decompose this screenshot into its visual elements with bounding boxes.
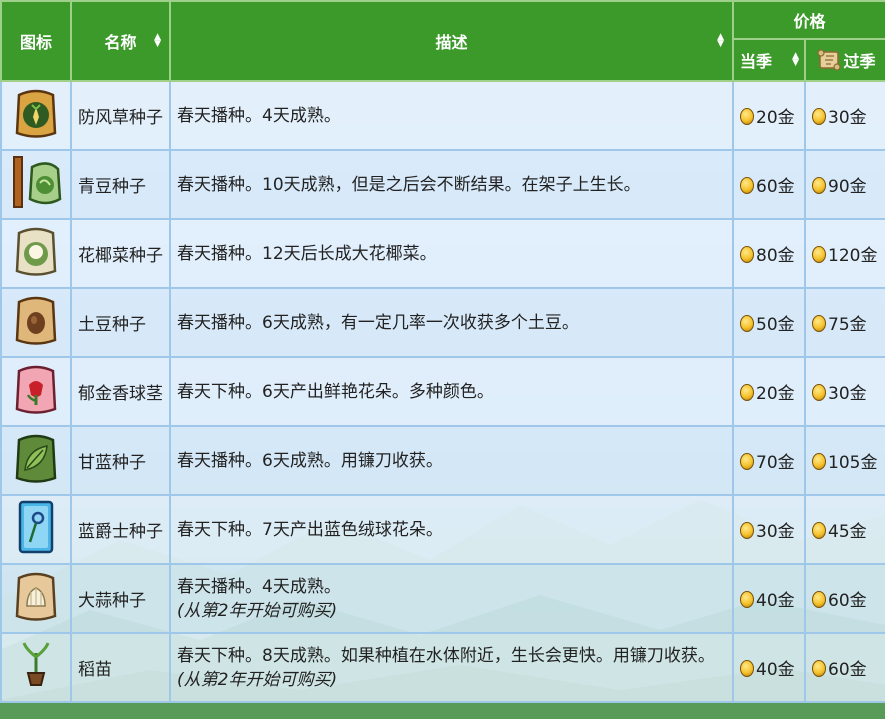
item-desc: 春天播种。4天成熟。 (从第2年开始可购买)	[169, 563, 734, 634]
price-off-season: 120金	[803, 218, 885, 289]
table-row: 甘蓝种子 春天播种。6天成熟。用镰刀收获。 70金 105金	[0, 425, 885, 496]
price-off-season: 60金	[803, 632, 885, 703]
price-in-season: 70金	[732, 425, 806, 496]
table-row: 防风草种子 春天播种。4天成熟。 20金 30金	[0, 80, 885, 151]
price-off-season: 75金	[803, 287, 885, 358]
table-row: 大蒜种子 春天播种。4天成熟。 (从第2年开始可购买) 40金 60金	[0, 563, 885, 634]
price-in-season: 60金	[732, 149, 806, 220]
gold-coin-icon	[812, 384, 826, 401]
item-desc: 春天播种。6天成熟。用镰刀收获。	[169, 425, 734, 496]
gold-coin-icon	[740, 591, 754, 608]
table-row: 郁金香球茎 春天下种。6天产出鲜艳花朵。多种颜色。 20金 30金	[0, 356, 885, 427]
table-row: 蓝爵士种子 春天下种。7天产出蓝色绒球花朵。 30金 45金	[0, 494, 885, 565]
gold-coin-icon	[740, 315, 754, 332]
gold-coin-icon	[812, 453, 826, 470]
header-icon: 图标	[0, 0, 72, 82]
price-off-season: 45金	[803, 494, 885, 565]
item-name-link[interactable]: 防风草种子	[70, 80, 171, 151]
price-in-season: 40金	[732, 632, 806, 703]
sort-arrows-icon[interactable]: ▲ ▼	[717, 33, 724, 49]
gold-coin-icon	[812, 315, 826, 332]
item-name-link[interactable]: 大蒜种子	[70, 563, 171, 634]
sort-arrows-icon[interactable]: ▲ ▼	[154, 33, 161, 49]
price-in-season: 30金	[732, 494, 806, 565]
cauliflower-seeds-icon	[15, 227, 57, 276]
item-desc: 春天播种。10天成熟，但是之后会不断结果。在架子上生长。	[169, 149, 734, 220]
table-row: 青豆种子 春天播种。10天成熟，但是之后会不断结果。在架子上生长。 60金 90…	[0, 149, 885, 220]
seed-table: 图标 名称 ▲ ▼ 描述 ▲ ▼ 价格 当季 ▲ ▼ 过季 防风草种子 春天播种…	[0, 0, 885, 703]
header-price: 价格	[731, 0, 885, 40]
gold-coin-icon	[812, 246, 826, 263]
gold-coin-icon	[812, 177, 826, 194]
item-name-link[interactable]: 蓝爵士种子	[70, 494, 171, 565]
item-desc: 春天下种。8天成熟。如果种植在水体附近，生长会更快。用镰刀收获。 (从第2年开始可…	[169, 632, 734, 703]
header-in-season-sortable[interactable]: 当季 ▲ ▼	[732, 38, 806, 82]
scroll-icon	[816, 49, 841, 71]
item-desc: 春天播种。4天成熟。	[169, 80, 734, 151]
kale-seeds-icon	[15, 434, 57, 483]
parsnip-seeds-icon	[15, 89, 57, 138]
item-desc: 春天下种。6天产出鲜艳花朵。多种颜色。	[169, 356, 734, 427]
gold-coin-icon	[740, 246, 754, 263]
gold-coin-icon	[740, 660, 754, 677]
item-desc: 春天播种。12天后长成大花椰菜。	[169, 218, 734, 289]
gold-coin-icon	[812, 591, 826, 608]
gold-coin-icon	[740, 177, 754, 194]
price-in-season: 40金	[732, 563, 806, 634]
header-desc-sortable[interactable]: 描述 ▲ ▼	[169, 0, 734, 82]
tulip-bulb-icon	[15, 365, 57, 414]
bean-starter-icon	[13, 156, 62, 208]
header-off-season: 过季	[803, 38, 885, 82]
rice-shoot-icon	[22, 642, 50, 686]
jazz-seeds-icon	[18, 500, 54, 554]
gold-coin-icon	[812, 660, 826, 677]
item-name-link[interactable]: 稻苗	[70, 632, 171, 703]
gold-coin-icon	[812, 522, 826, 539]
item-name-link[interactable]: 郁金香球茎	[70, 356, 171, 427]
availability-note: (从第2年开始可购买)	[177, 669, 338, 690]
gold-coin-icon	[740, 108, 754, 125]
table-row: 花椰菜种子 春天播种。12天后长成大花椰菜。 80金 120金	[0, 218, 885, 289]
item-name-link[interactable]: 花椰菜种子	[70, 218, 171, 289]
price-off-season: 90金	[803, 149, 885, 220]
garlic-seeds-icon	[15, 572, 57, 621]
potato-seeds-icon	[15, 296, 57, 345]
availability-note: (从第2年开始可购买)	[177, 600, 338, 621]
gold-coin-icon	[812, 108, 826, 125]
price-in-season: 50金	[732, 287, 806, 358]
sort-arrows-icon[interactable]: ▲ ▼	[792, 52, 799, 68]
table-row: 稻苗 春天下种。8天成熟。如果种植在水体附近，生长会更快。用镰刀收获。 (从第2年…	[0, 632, 885, 703]
gold-coin-icon	[740, 522, 754, 539]
gold-coin-icon	[740, 453, 754, 470]
price-in-season: 20金	[732, 356, 806, 427]
item-name-link[interactable]: 青豆种子	[70, 149, 171, 220]
item-desc: 春天下种。7天产出蓝色绒球花朵。	[169, 494, 734, 565]
price-off-season: 30金	[803, 356, 885, 427]
item-name-link[interactable]: 土豆种子	[70, 287, 171, 358]
item-desc: 春天播种。6天成熟，有一定几率一次收获多个土豆。	[169, 287, 734, 358]
price-in-season: 80金	[732, 218, 806, 289]
price-off-season: 105金	[803, 425, 885, 496]
price-off-season: 60金	[803, 563, 885, 634]
price-off-season: 30金	[803, 80, 885, 151]
gold-coin-icon	[740, 384, 754, 401]
price-in-season: 20金	[732, 80, 806, 151]
header-name-sortable[interactable]: 名称 ▲ ▼	[70, 0, 171, 82]
item-name-link[interactable]: 甘蓝种子	[70, 425, 171, 496]
table-row: 土豆种子 春天播种。6天成熟，有一定几率一次收获多个土豆。 50金 75金	[0, 287, 885, 358]
